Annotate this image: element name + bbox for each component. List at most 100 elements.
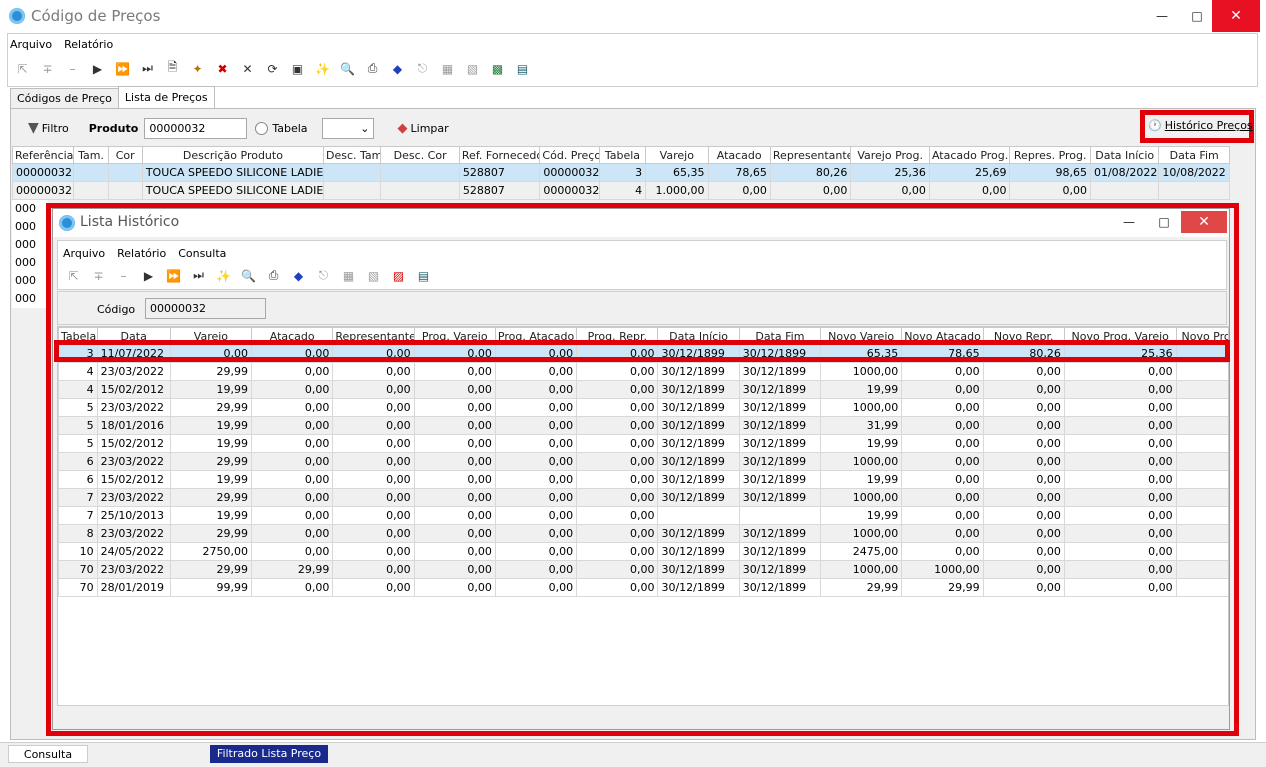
table-row[interactable]: 5 18/01/2016 19,99 0,00 0,00 0,00 0,00 0,00 30/1… [58,416,1228,435]
col-data-fim[interactable]: Data Fim [1158,146,1230,164]
eraser-icon[interactable]: ◆ [387,58,408,79]
table-row[interactable]: 6 15/02/2012 19,99 0,00 0,00 0,00 0,00 0,00 30/1… [58,470,1228,489]
sub-prev-record-icon[interactable]: – [113,265,134,286]
sub-menu-consulta[interactable]: Consulta [178,247,226,263]
refresh-icon[interactable]: ⟳ [262,58,283,79]
table-row[interactable]: 10 24/05/2022 2750,00 0,00 0,00 0,00 0,00 0,00 3… [58,542,1228,561]
sub-menu-arquivo[interactable]: Arquivo [63,247,105,263]
sub-print-icon[interactable]: ⎙ [263,265,284,286]
filter-icon[interactable]: ▼ [28,120,39,136]
sub-minimize-button[interactable]: — [1111,209,1147,235]
list-item[interactable]: 000 [12,272,48,290]
col-referencia[interactable]: Referência [11,146,75,164]
sub-magic-wand-icon[interactable]: ✨ [213,265,234,286]
col-varejo-prog[interactable]: Varejo Prog. [850,146,930,164]
table-row[interactable]: 8 23/03/2022 29,99 0,00 0,00 0,00 0,00 0,00 30/1… [58,524,1228,543]
list-item[interactable]: 000 [12,254,48,272]
sub-menu-relatorio[interactable]: Relatório [117,247,166,263]
duplicate-icon[interactable]: ✦ [187,58,208,79]
list-item[interactable]: 000 [12,200,48,218]
sub-filter-icon[interactable]: ▦ [338,265,359,286]
sub-prev-page-icon[interactable]: ∓ [88,265,109,286]
filtro-button[interactable]: Filtro [42,122,69,135]
col-atacado-prog[interactable]: Atacado Prog. [928,146,1011,164]
new-document-icon[interactable]: 🗎 [162,58,183,79]
historico-precos-button[interactable]: 🕐 Histórico Preços [1148,119,1253,132]
tabela-select[interactable]: ⌄ [321,117,374,139]
list-item[interactable]: 000 [12,218,48,236]
eraser-icon[interactable]: ◆ [398,121,408,136]
sub-maximize-button[interactable]: □ [1146,209,1182,235]
menu-arquivo[interactable]: Arquivo [10,38,52,54]
limpar-button[interactable]: Limpar [411,122,449,135]
excel-icon[interactable]: ▩ [487,58,508,79]
list-item[interactable]: 000 [12,236,48,254]
goto-icon[interactable]: ⎋ [412,58,433,79]
close-button[interactable]: ✕ [1212,0,1260,32]
col-repres-prog[interactable]: Repres. Prog. [1009,146,1091,164]
col-data-inicio[interactable]: Data Início [1089,146,1160,164]
table-cell: 30/12/1899 [657,380,740,399]
col-tam[interactable]: Tam. [73,146,109,164]
print-icon[interactable]: ⎙ [362,58,383,79]
table-row[interactable]: 70 23/03/2022 29,99 29,99 0,00 0,00 0,00 0,00 30… [58,560,1228,579]
table-row[interactable]: 00000032 TOUCA SPEEDO SILICONE LADIES R 52… [11,181,1230,200]
col-atacado[interactable]: Atacado [707,146,771,164]
table-row[interactable]: 5 15/02/2012 19,99 0,00 0,00 0,00 0,00 0,00 30/1… [58,434,1228,453]
sub-next-record-icon[interactable]: ▶ [138,265,159,286]
table-row[interactable]: 5 23/03/2022 29,99 0,00 0,00 0,00 0,00 0,00 30/1… [58,398,1228,417]
codigo-input[interactable]: 00000032 [145,298,266,319]
magic-wand-icon[interactable]: ✨ [312,58,333,79]
col-ref-fornecedor[interactable]: Ref. Fornecedo [458,146,541,164]
exit-icon[interactable]: ▤ [512,58,533,79]
sub-exit-icon[interactable]: ▤ [413,265,434,286]
sub-next-page-icon[interactable]: ⏩ [163,265,184,286]
table-row[interactable]: 6 23/03/2022 29,99 0,00 0,00 0,00 0,00 0,00 30/1… [58,452,1228,471]
calculator-icon[interactable]: ▧ [462,58,483,79]
col-cor[interactable]: Cor [107,146,143,164]
tab-lista-de-precos[interactable]: Lista de Preços [117,86,215,108]
sub-eraser-icon[interactable]: ◆ [288,265,309,286]
col-tabela[interactable]: Tabela [598,146,647,164]
table-row[interactable]: 4 23/03/2022 29,99 0,00 0,00 0,00 0,00 0,00 30/1… [58,362,1228,381]
table-row[interactable]: 4 15/02/2012 19,99 0,00 0,00 0,00 0,00 0,00 30/1… [58,380,1228,399]
table-row[interactable]: 7 25/10/2013 19,99 0,00 0,00 0,00 0,00 0,00 19,9… [58,506,1228,525]
sub-print-preview-icon[interactable]: 🔍 [238,265,259,286]
table-cell: 0,00 [576,488,659,507]
table-cell: 98,65 [1009,163,1091,182]
col-varejo[interactable]: Varejo [645,146,709,164]
col-representante[interactable]: Representante [769,146,852,164]
table-row[interactable]: 7 23/03/2022 29,99 0,00 0,00 0,00 0,00 0,00 30/1… [58,488,1228,507]
sub-last-record-icon[interactable]: ⏭ [188,265,209,286]
next-record-icon[interactable]: ▶ [87,58,108,79]
tabela-radio[interactable] [255,121,269,135]
table-cell: 30/12/1899 [657,560,740,579]
sub-close-button[interactable]: ✕ [1181,211,1227,233]
list-item[interactable]: 000 [12,290,48,308]
delete-icon[interactable]: ✖ [212,58,233,79]
col-desc-cor[interactable]: Desc. Cor [380,146,460,164]
prev-record-icon[interactable]: – [62,58,83,79]
col-descricao[interactable]: Descrição Produto [141,146,325,164]
tab-codigos-de-preco[interactable]: Códigos de Preço [10,88,119,108]
produto-input[interactable]: 00000032 [144,117,248,139]
sub-goto-icon[interactable]: ⎋ [313,265,334,286]
cancel-icon[interactable]: ✕ [237,58,258,79]
table-row[interactable]: 00000032 TOUCA SPEEDO SILICONE LADIES R 52… [11,163,1230,182]
sub-calculator-icon[interactable]: ▧ [363,265,384,286]
prev-page-icon[interactable]: ∓ [37,58,58,79]
filter-icon[interactable]: ▦ [437,58,458,79]
table-cell: 19,99 [820,434,903,453]
print-preview-icon[interactable]: 🔍 [337,58,358,79]
menu-relatorio[interactable]: Relatório [64,38,113,54]
table-cell: 30/12/1899 [657,398,740,417]
sub-first-record-icon[interactable]: ⇱ [63,265,84,286]
col-desc-tam[interactable]: Desc. Tam. [323,146,382,164]
export-icon[interactable]: ▣ [287,58,308,79]
last-record-icon[interactable]: ⏭ [137,58,158,79]
first-record-icon[interactable]: ⇱ [12,58,33,79]
next-page-icon[interactable]: ⏩ [112,58,133,79]
col-cod-preco[interactable]: Cód. Preço [539,146,600,164]
sub-pdf-icon[interactable]: ▨ [388,265,409,286]
table-row[interactable]: 70 28/01/2019 99,99 0,00 0,00 0,00 0,00 0,00 30/… [58,578,1228,597]
